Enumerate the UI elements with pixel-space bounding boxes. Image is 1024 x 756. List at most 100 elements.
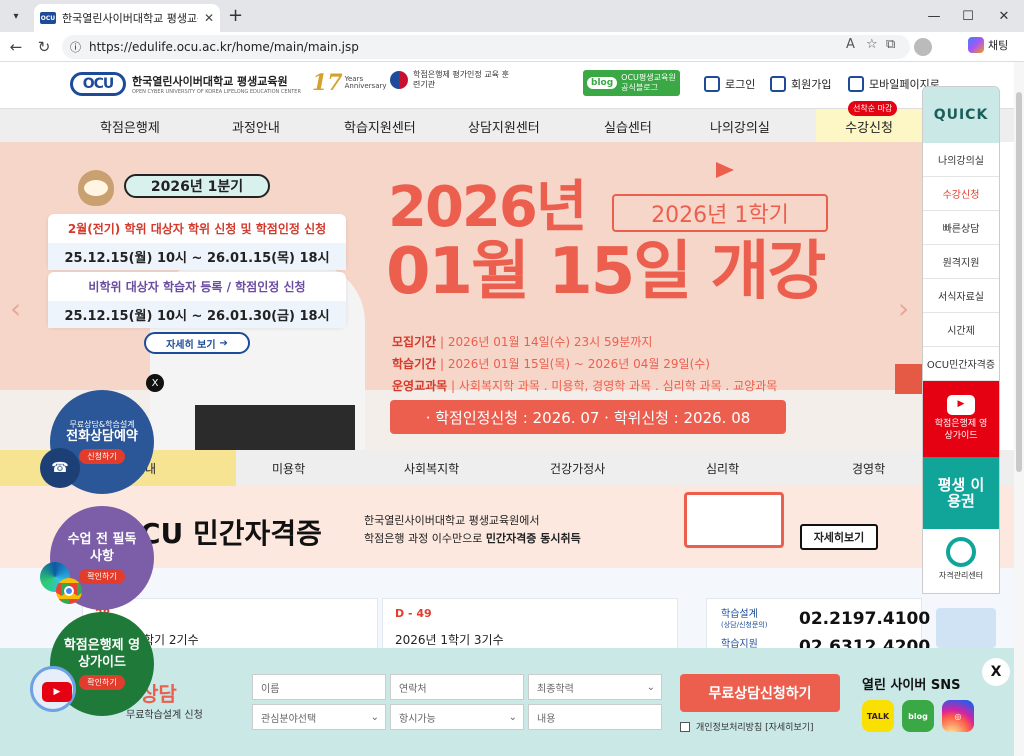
profile-avatar[interactable] <box>914 38 932 56</box>
privacy-agree[interactable]: 개인정보처리방침 [자세히보기] <box>680 720 814 733</box>
scrollbar-thumb[interactable] <box>1016 92 1022 472</box>
favorite-star-icon[interactable]: ☆ <box>866 37 878 52</box>
tab-list-button[interactable]: ▾ <box>6 6 26 26</box>
tab-psychology[interactable]: 심리학 <box>706 450 739 486</box>
official-blog-link[interactable]: blog OCU평생교육원 공식블로그 <box>583 70 680 96</box>
refresh-button[interactable]: ↻ <box>34 37 54 57</box>
nav-credit-bank[interactable]: 학점은행제 <box>100 109 160 143</box>
maximize-button[interactable]: ☐ <box>958 6 978 26</box>
ocu-logo-mark: OCU <box>70 72 126 96</box>
quick-course-apply[interactable]: 수강신청 <box>923 177 999 211</box>
study-period: 학습기간 | 2026년 01월 15일(목) ~ 2026년 04월 29일(… <box>392 357 710 371</box>
card-date: 25.12.15(월) 10시 ~ 26.01.15(목) 18시 <box>48 243 346 270</box>
login-link[interactable]: 로그인 <box>704 76 755 92</box>
join-link[interactable]: 회원가입 <box>770 76 831 92</box>
cert-detail-button[interactable]: 자세히보기 <box>800 524 878 550</box>
subjects-label: 운영교과목 <box>392 379 448 393</box>
quick-video-guide[interactable]: ▶ 학점은행제 영상가이드 <box>923 381 999 457</box>
quick-fast-consult[interactable]: 빠른상담 <box>923 211 999 245</box>
name-placeholder: 이름 <box>261 683 280 695</box>
page-scrollbar[interactable] <box>1014 62 1024 756</box>
back-button[interactable]: ← <box>6 37 26 57</box>
tab-family[interactable]: 건강가정사 <box>550 450 605 486</box>
banner-next-button[interactable]: › <box>898 292 909 325</box>
phone-input[interactable]: 연락처 <box>390 674 524 700</box>
quick-forms[interactable]: 서식자료실 <box>923 279 999 313</box>
consult-subtitle: 무료학습설계 신청 <box>126 710 203 721</box>
privacy-checkbox[interactable] <box>680 721 690 732</box>
new-tab-button[interactable]: + <box>228 5 243 26</box>
www-icon[interactable] <box>936 608 996 648</box>
ministry-text: 학점은행제 평가인정 교육 훈련기관 <box>413 70 509 90</box>
nav-courses[interactable]: 과정안내 <box>232 109 280 143</box>
semester-label: 2026년 1학기 <box>612 194 828 232</box>
tab-beauty[interactable]: 미용학 <box>272 450 305 486</box>
detail-label: 자세히 보기 <box>166 339 216 351</box>
arrow-right-icon: ➔ <box>219 337 228 349</box>
video-guide-button[interactable]: 확인하기 <box>79 674 125 690</box>
nav-practice-center[interactable]: 실습센터 <box>604 109 652 143</box>
ministry-emblem-icon <box>390 71 408 90</box>
site-logo[interactable]: OCU 한국열린사이버대학교 평생교육원 OPEN CYBER UNIVERSI… <box>70 72 301 96</box>
chevron-down-icon: ⌄ <box>370 711 379 723</box>
nav-learning-support[interactable]: 학습지원센터 <box>344 109 416 143</box>
credit-schedule-bar: · 학점인정신청 : 2026. 07 · 학위신청 : 2026. 08 <box>390 400 786 434</box>
window-close-button[interactable]: ✕ <box>994 6 1014 26</box>
recruit-value: 2026년 01월 14일(수) 23시 59분까지 <box>447 335 653 349</box>
blog-text: OCU평생교육원 공식블로그 <box>621 73 676 92</box>
time-select[interactable]: 항시가능 ⌄ <box>390 704 524 730</box>
banner-prev-button[interactable]: ‹ <box>10 292 21 325</box>
banner-opening-date: 01월 15일 개강 <box>386 235 826 309</box>
anniversary-number: 17 <box>312 70 343 96</box>
subjects: 운영교과목 | 사회복지학 과목 . 미용학, 경영학 과목 . 심리학 과목 … <box>392 379 778 393</box>
copilot-button[interactable]: 채팅 <box>968 37 1008 53</box>
tab-title: 한국열린사이버대학교 평생교육원 <box>62 12 198 25</box>
banner-close-button[interactable]: X <box>146 374 164 392</box>
quick-part-time[interactable]: 시간제 <box>923 313 999 347</box>
pre-class-button[interactable]: 확인하기 <box>79 568 125 584</box>
tab-close-icon[interactable]: ✕ <box>204 11 214 25</box>
consult-close-button[interactable]: X <box>982 658 1010 686</box>
minimize-button[interactable]: — <box>924 6 944 26</box>
quick-cert-center[interactable]: 자격관리센터 <box>923 529 999 589</box>
chevron-down-icon: ⌄ <box>646 681 655 693</box>
content-input[interactable]: 내용 <box>528 704 662 730</box>
name-input[interactable]: 이름 <box>252 674 386 700</box>
banner-detail-button[interactable]: 자세히 보기 ➔ <box>144 332 250 354</box>
quick-title: QUICK <box>923 87 999 143</box>
url-input[interactable]: ⓘ https://edulife.ocu.ac.kr/home/main/ma… <box>62 35 910 59</box>
quick-my-classroom[interactable]: 나의강의실 <box>923 143 999 177</box>
blog-icon[interactable]: blog <box>902 700 934 732</box>
free-consult-button[interactable]: 무료상담신청하기 <box>680 674 840 712</box>
quick-lifelong-voucher[interactable]: 평생 이용권 <box>923 457 999 529</box>
quick-video-label: 학점은행제 영상가이드 <box>934 419 988 441</box>
quick-ocu-cert[interactable]: OCU민간자격증 <box>923 347 999 381</box>
person-belt <box>195 405 355 450</box>
kakaotalk-icon[interactable]: TALK <box>862 700 894 732</box>
url-text: https://edulife.ocu.ac.kr/home/main/main… <box>89 40 359 54</box>
login-label: 로그인 <box>725 78 756 91</box>
tab-social-welfare[interactable]: 사회복지학 <box>404 450 459 486</box>
video-guide-title: 학점은행제 영상가이드 <box>63 638 141 670</box>
field-select[interactable]: 관심분야선택 ⌄ <box>252 704 386 730</box>
phone-consult-title: 전화상담예약 <box>66 429 138 445</box>
time-value: 항시가능 <box>399 713 436 725</box>
tab-business[interactable]: 경영학 <box>852 450 885 486</box>
read-aloud-icon[interactable]: A <box>846 37 855 52</box>
browser-tab[interactable]: OCU 한국열린사이버대학교 평생교육원 ✕ <box>34 4 220 32</box>
instagram-icon[interactable]: ◎ <box>942 700 974 732</box>
education-select[interactable]: 최종학력 ⌄ <box>528 674 662 700</box>
join-icon <box>770 76 786 92</box>
site-info-icon[interactable]: ⓘ <box>70 39 81 55</box>
phone-consult-button[interactable]: 신청하기 <box>79 449 125 465</box>
non-degree-card: 비학위 대상자 학습자 등록 / 학점인정 신청 25.12.15(월) 10시… <box>48 272 346 328</box>
nav-counseling-support[interactable]: 상담지원센터 <box>468 109 540 143</box>
contact-sub: (상담/신청문의) <box>721 621 768 629</box>
mobile-icon <box>848 76 864 92</box>
split-screen-icon[interactable]: ⧉ <box>886 37 895 52</box>
quick-remote-support[interactable]: 원격지원 <box>923 245 999 279</box>
cert-center-logo-icon <box>946 537 976 567</box>
nav-my-classroom[interactable]: 나의강의실 <box>710 109 770 143</box>
content-placeholder: 내용 <box>537 713 556 725</box>
copilot-icon <box>968 37 984 53</box>
